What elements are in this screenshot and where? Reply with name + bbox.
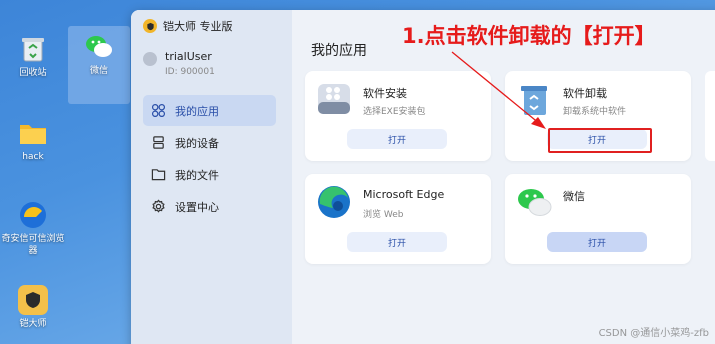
sidebar-item-settings[interactable]: 设置中心 (143, 191, 276, 222)
app-brand-label: 铠大师 专业版 (163, 20, 233, 33)
desktop-icon-label: 铠大师 (19, 319, 47, 329)
uninstall-icon (516, 81, 552, 117)
sidebar-item-label: 设置中心 (175, 200, 219, 214)
main-content: 我的应用 软件安装 选择EXE安装包 打开 软件卸载 卸载系统中软件 打开 Mi… (292, 10, 715, 344)
desktop-icon-label: 微信 (89, 66, 108, 76)
sidebar-item-label: 我的设备 (175, 136, 219, 150)
open-button-wechat[interactable]: 打开 (547, 232, 647, 252)
app-card-edge[interactable]: Microsoft Edge 浏览 Web 打开 (305, 174, 491, 264)
sidebar-item-my-files[interactable]: 我的文件 (143, 159, 276, 190)
wechat-icon (84, 32, 114, 62)
recycle-bin-icon (18, 34, 48, 64)
app-brand: 铠大师 专业版 (143, 18, 233, 34)
user-name: trialUser (165, 50, 212, 63)
card-subtitle: 卸载系统中软件 (563, 107, 627, 117)
card-title: 软件卸载 (563, 87, 607, 100)
sidebar-nav: 我的应用 我的设备 我的文件 设置中心 (143, 95, 276, 223)
highlight-box (548, 128, 652, 153)
card-subtitle: 浏览 Web (363, 210, 404, 220)
desktop-icon-kaidashi[interactable]: 铠大师 (1, 285, 65, 330)
app-card-wechat[interactable]: 微信 打开 (505, 174, 691, 264)
shield-logo-icon (143, 19, 157, 33)
desktop-icon-browser[interactable]: 奇安信可信浏览器 (1, 200, 65, 257)
card-title: Microsoft Edge (363, 188, 445, 201)
folder-icon (151, 169, 166, 181)
gear-icon (152, 199, 165, 213)
sidebar-item-label: 我的文件 (175, 168, 219, 182)
annotation-text: 1.点击软件卸载的【打开】 (402, 24, 656, 48)
edge-icon (316, 184, 352, 220)
folder-icon (18, 118, 48, 148)
user-id: ID: 900001 (165, 67, 215, 77)
section-title: 我的应用 (311, 43, 367, 59)
sidebar: 铠大师 专业版 trialUser ID: 900001 我的应用 我的设备 我… (131, 10, 292, 344)
app-window: 铠大师 专业版 trialUser ID: 900001 我的应用 我的设备 我… (131, 10, 715, 344)
apps-icon (151, 103, 166, 118)
device-icon (153, 136, 164, 149)
watermark: CSDN @通信小菜鸡-zfb (598, 328, 709, 339)
kaidashi-icon (18, 285, 48, 315)
browser-icon (18, 200, 48, 230)
desktop-icon-label: hack (22, 152, 44, 162)
open-button-edge[interactable]: 打开 (347, 232, 447, 252)
sidebar-item-my-apps[interactable]: 我的应用 (143, 95, 276, 126)
sidebar-item-my-devices[interactable]: 我的设备 (143, 127, 276, 158)
open-button-installer[interactable]: 打开 (347, 129, 447, 149)
desktop-icon-recycle-bin[interactable]: 回收站 (1, 34, 65, 79)
avatar (143, 52, 157, 66)
wechat-icon (516, 184, 552, 220)
desktop-icon-label: 奇安信可信浏览器 (1, 234, 65, 256)
partial-card-edge (705, 71, 715, 161)
card-subtitle: 选择EXE安装包 (363, 107, 426, 117)
sidebar-item-label: 我的应用 (175, 104, 219, 118)
desktop-icon-wechat[interactable]: 微信 (68, 26, 130, 104)
desktop-icon-hack[interactable]: hack (1, 118, 65, 163)
card-title: 微信 (563, 190, 585, 203)
card-title: 软件安装 (363, 87, 407, 100)
desktop-icon-label: 回收站 (19, 68, 47, 78)
user-profile: trialUser ID: 900001 (143, 50, 215, 77)
app-card-installer[interactable]: 软件安装 选择EXE安装包 打开 (305, 71, 491, 161)
installer-icon (316, 81, 352, 117)
